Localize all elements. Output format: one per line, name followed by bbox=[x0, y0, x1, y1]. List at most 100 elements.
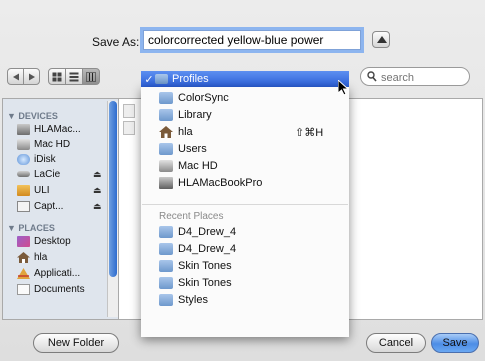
menu-item-label: D4_Drew_4 bbox=[178, 243, 237, 255]
sidebar-item-capt[interactable]: Capt... ⏏ bbox=[17, 199, 102, 213]
idisk-icon bbox=[17, 153, 30, 165]
sidebar-item-label: Desktop bbox=[34, 235, 71, 247]
drive-icon bbox=[17, 200, 30, 212]
folder-icon bbox=[159, 226, 173, 238]
menu-item-hlamacbookpro[interactable]: HLAMacBookPro bbox=[159, 175, 262, 191]
location-popup[interactable]: ✓ Profiles bbox=[141, 71, 349, 87]
sidebar-item-label: Documents bbox=[34, 283, 85, 295]
sidebar-item-label: Applicati... bbox=[34, 267, 81, 279]
menu-item-label: hla bbox=[178, 126, 193, 138]
cancel-button[interactable]: Cancel bbox=[366, 333, 426, 353]
menu-item-mac-hd[interactable]: Mac HD bbox=[159, 158, 218, 174]
new-folder-button[interactable]: New Folder bbox=[33, 333, 119, 353]
drive-icon bbox=[17, 171, 30, 177]
sidebar-item-label: Mac HD bbox=[34, 138, 71, 150]
folder-icon bbox=[159, 260, 173, 272]
laptop-icon bbox=[17, 123, 30, 135]
home-icon bbox=[17, 251, 30, 263]
folder-icon bbox=[159, 92, 173, 104]
folder-icon bbox=[159, 277, 173, 289]
places-heading[interactable]: ▼ PLACES bbox=[7, 223, 55, 233]
home-icon bbox=[159, 126, 173, 138]
location-menu: ColorSync Library hla ⇧⌘H Users Mac HD H… bbox=[141, 87, 349, 337]
sidebar-item-label: HLAMac... bbox=[34, 123, 81, 135]
triangle-up-icon bbox=[377, 36, 387, 43]
column-view-icon bbox=[86, 72, 96, 81]
list-view-icon bbox=[69, 72, 79, 81]
mouse-pointer-icon bbox=[338, 80, 349, 96]
sidebar: ▼ DEVICES HLAMac... Mac HD iDisk LaCie ⏏… bbox=[2, 98, 119, 320]
sidebar-item-label: ULI bbox=[34, 184, 50, 196]
sidebar-item-label: iDisk bbox=[34, 153, 56, 165]
documents-icon bbox=[17, 283, 30, 295]
eject-icon[interactable]: ⏏ bbox=[93, 169, 102, 180]
expand-dialog-button[interactable] bbox=[372, 31, 390, 48]
forward-arrow-icon bbox=[28, 73, 35, 80]
menu-item-hla[interactable]: hla ⇧⌘H bbox=[159, 124, 345, 140]
back-button[interactable] bbox=[7, 68, 24, 85]
save-as-label: Save As: bbox=[92, 35, 140, 49]
back-arrow-icon bbox=[12, 73, 19, 80]
search-icon bbox=[367, 71, 377, 82]
sidebar-item-lacie[interactable]: LaCie ⏏ bbox=[17, 167, 102, 181]
shortcut-label: ⇧⌘H bbox=[295, 126, 324, 139]
icon-view-icon bbox=[52, 72, 62, 81]
harddisk-icon bbox=[17, 138, 30, 150]
location-popup-label: Profiles bbox=[172, 73, 209, 85]
list-view-button[interactable] bbox=[65, 68, 83, 85]
menu-item-label: HLAMacBookPro bbox=[178, 177, 263, 189]
menu-item-label: Skin Tones bbox=[178, 260, 232, 272]
folder-icon bbox=[155, 74, 168, 84]
search-field[interactable] bbox=[360, 67, 470, 86]
menu-item-recent[interactable]: D4_Drew_4 bbox=[159, 224, 236, 240]
sidebar-item-label: Capt... bbox=[34, 200, 64, 212]
search-input[interactable] bbox=[379, 69, 467, 86]
sidebar-item-hlamac[interactable]: HLAMac... bbox=[17, 122, 81, 136]
folder-icon bbox=[159, 143, 173, 155]
sidebar-item-desktop[interactable]: Desktop bbox=[17, 234, 71, 248]
desktop-icon bbox=[17, 235, 30, 247]
menu-item-colorsync[interactable]: ColorSync bbox=[159, 90, 229, 106]
eject-icon[interactable]: ⏏ bbox=[93, 201, 102, 212]
save-button[interactable]: Save bbox=[431, 333, 479, 353]
menu-item-users[interactable]: Users bbox=[159, 141, 207, 157]
devices-heading[interactable]: ▼ DEVICES bbox=[7, 111, 58, 121]
usb-drive-icon bbox=[17, 184, 30, 196]
recent-places-heading: Recent Places bbox=[159, 211, 224, 222]
menu-item-label: Styles bbox=[178, 294, 208, 306]
column-view-button[interactable] bbox=[82, 68, 100, 85]
menu-item-recent[interactable]: Styles bbox=[159, 292, 208, 308]
menu-item-label: Users bbox=[178, 143, 207, 155]
sidebar-item-applications[interactable]: Applicati... bbox=[17, 266, 80, 280]
menu-item-recent[interactable]: Skin Tones bbox=[159, 275, 232, 291]
checkmark-icon: ✓ bbox=[144, 73, 154, 86]
eject-icon[interactable]: ⏏ bbox=[93, 185, 102, 196]
sidebar-item-mac-hd[interactable]: Mac HD bbox=[17, 137, 70, 151]
sidebar-item-idisk[interactable]: iDisk bbox=[17, 152, 56, 166]
applications-icon bbox=[17, 267, 30, 279]
filename-input[interactable] bbox=[143, 30, 361, 50]
file-icon bbox=[123, 104, 135, 118]
sidebar-item-uli[interactable]: ULI ⏏ bbox=[17, 183, 102, 197]
menu-item-library[interactable]: Library bbox=[159, 107, 212, 123]
sidebar-scroll-thumb[interactable] bbox=[109, 101, 117, 277]
menu-item-label: ColorSync bbox=[178, 92, 229, 104]
menu-item-label: D4_Drew_4 bbox=[178, 226, 237, 238]
menu-item-recent[interactable]: D4_Drew_4 bbox=[159, 241, 236, 257]
menu-item-label: Mac HD bbox=[178, 160, 218, 172]
menu-item-label: Skin Tones bbox=[178, 277, 232, 289]
sidebar-item-hla[interactable]: hla bbox=[17, 250, 47, 264]
laptop-icon bbox=[159, 177, 173, 189]
folder-icon bbox=[159, 294, 173, 306]
folder-icon bbox=[159, 109, 173, 121]
folder-icon bbox=[159, 243, 173, 255]
forward-button[interactable] bbox=[23, 68, 40, 85]
icon-view-button[interactable] bbox=[48, 68, 66, 85]
menu-item-recent[interactable]: Skin Tones bbox=[159, 258, 232, 274]
menu-separator bbox=[142, 204, 348, 205]
menu-item-label: Library bbox=[178, 109, 212, 121]
sidebar-item-documents[interactable]: Documents bbox=[17, 282, 85, 296]
save-dialog: Save As: ▼ DEVICES HLAMac... Mac HD bbox=[0, 0, 485, 361]
file-icon bbox=[123, 121, 135, 135]
sidebar-scrollbar[interactable] bbox=[107, 101, 118, 317]
